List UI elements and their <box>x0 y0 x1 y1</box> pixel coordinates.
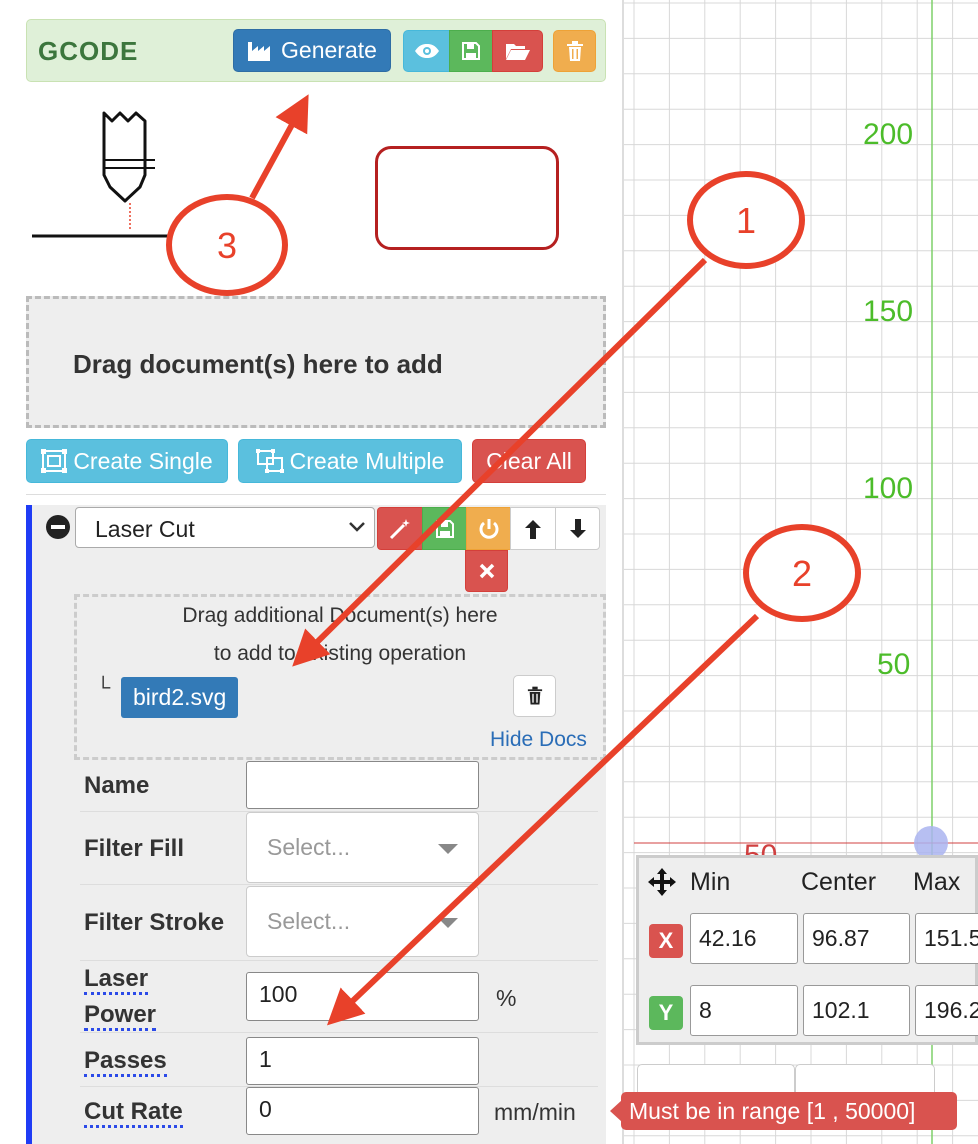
laser-power-label-line1: Laser <box>84 966 149 995</box>
move-arrows-icon[interactable] <box>647 867 677 897</box>
floppy-icon <box>435 519 454 538</box>
min-header: Min <box>690 868 731 896</box>
move-down-button[interactable] <box>555 507 600 550</box>
name-input[interactable] <box>246 761 479 809</box>
folder-open-icon <box>505 44 530 60</box>
x-axis-badge: X <box>649 924 683 958</box>
y-axis-label-200: 200 <box>863 118 914 151</box>
create-single-label: Create Single <box>73 447 213 474</box>
operation-type-value: Laser Cut <box>95 516 195 542</box>
arrow-down-icon <box>569 518 586 538</box>
divider <box>80 960 598 961</box>
object-group-icon <box>41 449 68 473</box>
validation-tooltip-text: Must be in range [1 , 50000] <box>629 1097 916 1124</box>
clear-all-label: Clear All <box>486 447 572 474</box>
move-up-button[interactable] <box>510 507 556 550</box>
filter-stroke-placeholder: Select... <box>267 908 351 934</box>
generate-label: Generate <box>281 37 377 63</box>
docs-hint-line2: to add to existing operation <box>213 642 467 665</box>
save-gcode-button[interactable] <box>449 30 493 72</box>
divider <box>80 884 598 885</box>
magic-wand-icon <box>389 518 410 539</box>
passes-input[interactable]: 1 <box>246 1037 479 1085</box>
y-axis-label-100: 100 <box>863 472 914 505</box>
eye-icon <box>414 44 439 58</box>
filter-fill-label: Filter Fill <box>84 835 185 862</box>
trash-icon <box>566 40 583 61</box>
y-min-input[interactable]: 8 <box>690 985 798 1036</box>
x-min-input[interactable]: 42.16 <box>690 913 798 964</box>
gcode-title: GCODE <box>38 36 139 66</box>
name-label: Name <box>84 772 150 799</box>
magic-wand-button[interactable] <box>377 507 423 550</box>
factory-icon <box>248 41 271 61</box>
laser-power-unit: % <box>496 985 517 1011</box>
y-max-input[interactable]: 196.2 <box>915 985 978 1036</box>
y-axis-label-50: 50 <box>877 648 911 681</box>
clear-gcode-button[interactable] <box>553 30 596 72</box>
laser-power-input[interactable]: 100 <box>246 972 479 1021</box>
caret-down-icon <box>438 844 458 854</box>
save-operation-button[interactable] <box>422 507 467 550</box>
workpiece-preview <box>375 146 559 250</box>
x-center-input[interactable]: 96.87 <box>803 913 910 964</box>
laser-power-label-line2: Power <box>84 1002 157 1031</box>
collapse-icon[interactable] <box>46 515 70 539</box>
remove-document-button[interactable] <box>513 675 556 717</box>
document-chip[interactable]: bird2.svg <box>121 677 239 718</box>
center-header: Center <box>801 868 877 896</box>
open-gcode-button[interactable] <box>492 30 543 72</box>
filter-fill-select[interactable]: Select... <box>246 812 479 883</box>
filter-stroke-label: Filter Stroke <box>84 909 225 936</box>
divider <box>80 1032 598 1033</box>
validation-tooltip: Must be in range [1 , 50000] <box>610 1092 957 1130</box>
create-multiple-button[interactable]: Create Multiple <box>238 439 462 483</box>
docs-hint-line1: Drag additional Document(s) here <box>182 604 498 627</box>
object-ungroup-icon <box>255 449 284 473</box>
x-axis-partial-label: 50 <box>744 841 777 855</box>
y-axis-label-150: 150 <box>863 295 914 328</box>
generate-button[interactable]: Generate <box>233 29 391 72</box>
max-header: Max <box>913 868 961 896</box>
create-single-button[interactable]: Create Single <box>26 439 228 483</box>
document-drop-zone[interactable]: Drag document(s) here to add <box>26 296 606 428</box>
y-axis-badge: Y <box>649 996 683 1030</box>
hide-docs-link[interactable]: Hide Docs <box>490 728 587 752</box>
power-icon <box>479 518 498 539</box>
arrow-up-icon <box>525 519 541 539</box>
cut-rate-unit: mm/min <box>494 1099 576 1125</box>
trash-icon <box>527 686 542 705</box>
filter-stroke-select[interactable]: Select... <box>246 886 479 957</box>
doc-tree-glyph: └ <box>96 677 111 699</box>
clear-all-button[interactable]: Clear All <box>472 439 586 483</box>
y-center-input[interactable]: 102.1 <box>803 985 910 1036</box>
view-gcode-button[interactable] <box>403 30 450 72</box>
position-panel: Min Center Max X 42.16 96.87 151.5 Y 8 1… <box>636 855 978 1045</box>
document-name: bird2.svg <box>133 684 227 710</box>
cut-rate-label: Cut Rate <box>84 1099 183 1128</box>
caret-down-icon <box>438 918 458 928</box>
filter-fill-placeholder: Select... <box>267 834 351 860</box>
create-multiple-label: Create Multiple <box>289 447 445 474</box>
remove-operation-button[interactable] <box>465 550 508 592</box>
divider <box>26 494 606 495</box>
toggle-operation-button[interactable] <box>466 507 511 550</box>
cut-rate-input[interactable]: 0 <box>246 1087 479 1135</box>
operation-type-select[interactable]: Laser Cut <box>75 507 375 548</box>
floppy-icon <box>462 42 480 60</box>
laser-head-diagram <box>32 111 180 238</box>
left-panel: GCODE Generate Drag document(s) here to … <box>0 0 624 1144</box>
x-max-input[interactable]: 151.5 <box>915 913 978 964</box>
drop-zone-text: Drag document(s) here to add <box>73 349 443 379</box>
chevron-down-icon <box>349 522 365 532</box>
close-icon <box>479 563 494 579</box>
passes-label: Passes <box>84 1048 167 1077</box>
